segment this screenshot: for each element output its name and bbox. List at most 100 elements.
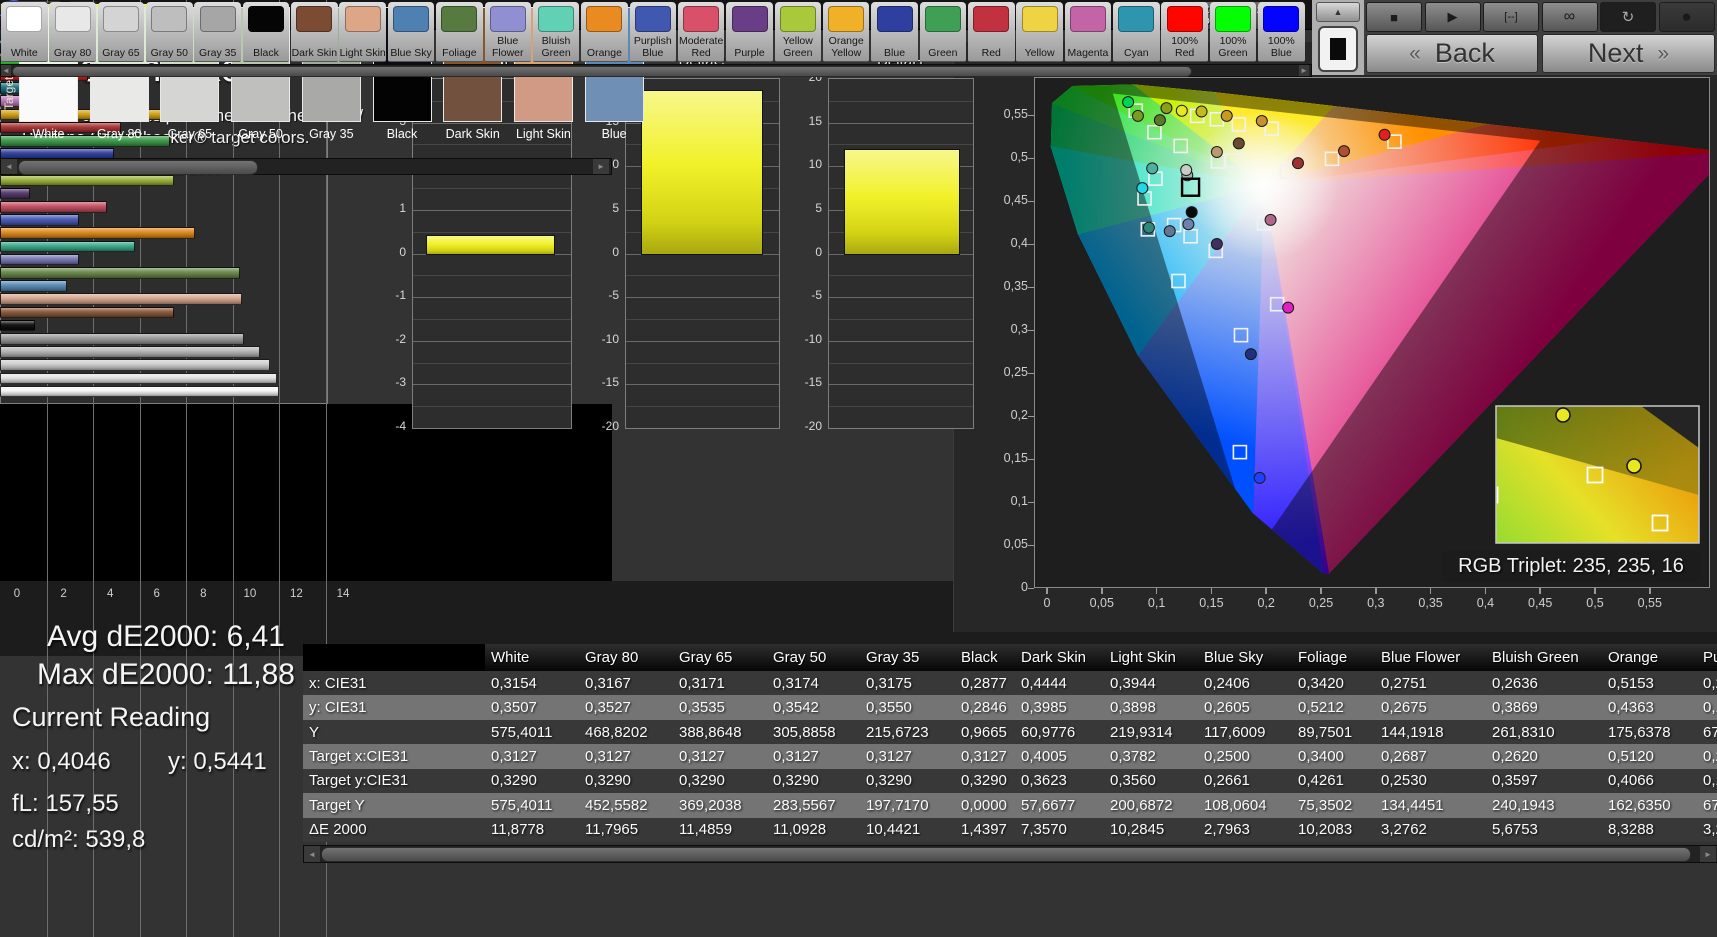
table-cell: 0,2 xyxy=(1703,674,1717,692)
patch-tile[interactable]: Gray 35 xyxy=(194,2,241,62)
scroll-up-button[interactable]: ▲ xyxy=(1316,2,1360,22)
table-cell: 0,3290 xyxy=(866,772,912,790)
table-cell: 0,0000 xyxy=(961,796,1007,814)
patch-tile[interactable]: Black xyxy=(242,2,290,62)
cie-measured-marker xyxy=(1195,105,1208,118)
patch-tile[interactable]: 100% Blue xyxy=(1258,2,1305,62)
patch-tile[interactable]: Orange xyxy=(581,2,628,62)
patch-color-chip xyxy=(1215,6,1251,32)
gridline xyxy=(413,340,571,342)
patch-tile[interactable]: Blue xyxy=(871,2,918,62)
next-button[interactable]: Next » xyxy=(1542,34,1715,73)
y-tick-label: -5 xyxy=(811,288,822,303)
patch-tile[interactable]: Blue Sky xyxy=(387,2,435,62)
cie-y-tick-label: 0,55 xyxy=(1003,107,1028,121)
patch-tile[interactable]: Purplish Blue xyxy=(629,2,677,62)
chevron-right-icon: » xyxy=(1657,41,1670,65)
play-button[interactable]: ▶ xyxy=(1424,2,1481,32)
table-cell: 0,2751 xyxy=(1381,674,1427,692)
table-header-cell xyxy=(303,644,485,671)
y-tick-label: -20 xyxy=(601,419,619,433)
scroll-left-arrow[interactable]: ◄ xyxy=(1,65,11,76)
patch-tile[interactable]: White xyxy=(1,2,48,62)
deltae-bar xyxy=(0,214,79,226)
patch-tile[interactable]: Yellow xyxy=(1016,2,1063,62)
table-row-label: Target y:CIE31 xyxy=(309,772,409,790)
patchbar-scrollbar-thumb[interactable] xyxy=(12,66,1192,77)
table-cell: 240,1943 xyxy=(1492,796,1555,814)
record-button[interactable]: ● xyxy=(1658,2,1715,32)
table-header-cell: Orange xyxy=(1602,644,1697,671)
patch-tile[interactable]: Magenta xyxy=(1064,2,1112,62)
patchbar-scrollbar[interactable]: ◄ ► xyxy=(0,64,1312,77)
patch-tile[interactable]: Yellow Green xyxy=(774,2,822,62)
patch-tile[interactable]: Blue Flower xyxy=(484,2,531,62)
back-button[interactable]: « Back xyxy=(1366,34,1538,73)
patch-tile[interactable]: Gray 65 xyxy=(97,2,145,62)
patch-tile-label: Green xyxy=(928,46,958,59)
table-row-label: x: CIE31 xyxy=(309,674,367,692)
table-header-cell: Black xyxy=(955,644,1015,671)
cie-measured-marker xyxy=(1244,348,1257,361)
interval-read-button[interactable]: [--] xyxy=(1483,2,1539,32)
y-tick-label: 0 xyxy=(399,244,406,259)
next-button-label: Next xyxy=(1587,38,1644,68)
table-scrollbar[interactable]: ◄ ► xyxy=(303,845,1717,863)
continuous-read-button[interactable]: ∞ xyxy=(1541,2,1598,32)
avg-de2000-value: Avg dE2000: 6,41 xyxy=(47,620,285,653)
cie-x-tick-label: 0,15 xyxy=(1199,596,1224,610)
stop-button[interactable]: ■ xyxy=(1366,2,1422,32)
table-cell: 0,3420 xyxy=(1298,674,1344,692)
patch-tile[interactable]: Gray 50 xyxy=(146,2,193,62)
deltae-bar xyxy=(0,385,280,398)
table-header-cell: Gray 35 xyxy=(860,644,955,671)
gridline xyxy=(413,122,571,124)
patch-tile[interactable]: Purple xyxy=(726,2,773,62)
y-tick-label: 5 xyxy=(815,200,822,215)
pattern-window-button[interactable] xyxy=(1318,26,1358,72)
deltae-bar xyxy=(0,267,240,279)
scroll-right-arrow[interactable]: ► xyxy=(1299,65,1309,76)
scroll-right-arrow[interactable]: ► xyxy=(1700,846,1716,862)
patch-color-chip xyxy=(1166,6,1203,32)
table-cell: 0,3127 xyxy=(679,747,725,765)
table-cell: 0,3167 xyxy=(585,674,631,692)
cie-y-tick-label: 0,5 xyxy=(1010,150,1028,164)
patch-color-chip xyxy=(393,6,430,32)
gridline xyxy=(829,406,973,408)
cie-y-tick-label: 0,2 xyxy=(1010,408,1028,422)
patch-tile[interactable]: Moderate Red xyxy=(677,2,725,62)
patch-tile[interactable]: Light Skin xyxy=(339,2,386,62)
gridline xyxy=(829,100,973,102)
gridline xyxy=(829,362,973,364)
patch-tile[interactable]: Bluish Green xyxy=(532,2,580,62)
table-cell: 0,3527 xyxy=(585,699,631,717)
cie-y-tick xyxy=(1028,544,1034,546)
table-cell: 0,1 xyxy=(1703,772,1717,790)
patch-color-chip xyxy=(586,6,623,32)
table-header-cell: Dark Skin xyxy=(1015,644,1104,671)
patch-tile[interactable]: Dark Skin xyxy=(291,2,338,62)
patch-tile[interactable]: 100% Green xyxy=(1209,2,1257,62)
patch-tile[interactable]: Foliage xyxy=(436,2,483,62)
patch-tile[interactable]: Gray 80 xyxy=(49,2,96,62)
table-cell: 0,3535 xyxy=(679,699,725,717)
patch-color-chip xyxy=(151,6,188,32)
table-cell: 0,3560 xyxy=(1110,772,1156,790)
gridline xyxy=(829,144,973,146)
gridline xyxy=(829,122,973,124)
interval-icon: [--] xyxy=(1504,11,1518,23)
patch-tile[interactable]: Green xyxy=(919,2,967,62)
patch-tile[interactable]: Orange Yellow xyxy=(822,2,870,62)
patch-tile[interactable]: Cyan xyxy=(1113,2,1160,62)
refresh-button[interactable]: ↻ xyxy=(1600,2,1656,32)
patch-tile[interactable]: 100% Red xyxy=(1161,2,1208,62)
cie-inset-magnifier xyxy=(1496,406,1699,543)
patch-tile[interactable]: Red xyxy=(968,2,1015,62)
patch-tile-label: Gray 80 xyxy=(53,46,92,59)
table-scrollbar-thumb[interactable] xyxy=(321,847,1691,862)
scroll-left-arrow[interactable]: ◄ xyxy=(304,846,320,862)
table-cell: 8,3288 xyxy=(1608,821,1654,839)
deltae-x-tick-label: 0 xyxy=(13,588,21,600)
table-header-cell: Gray 50 xyxy=(767,644,860,671)
